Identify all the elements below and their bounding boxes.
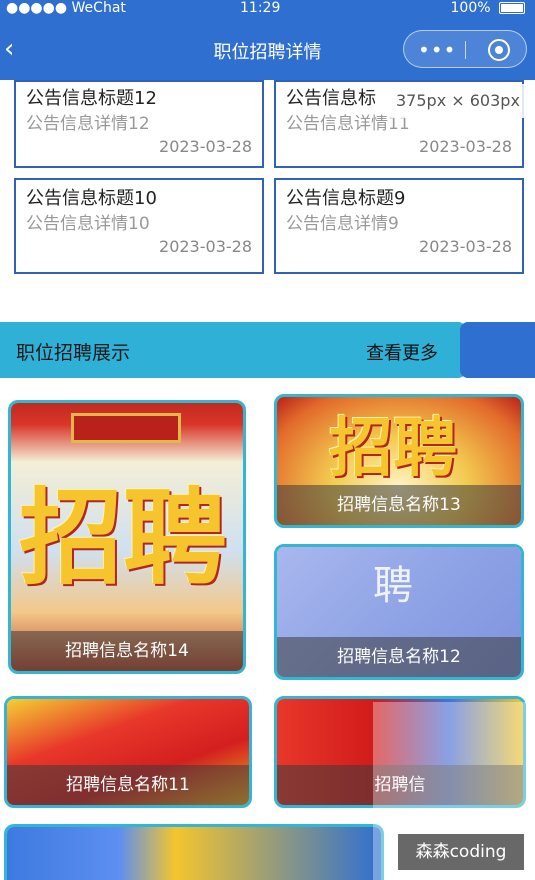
dimension-tooltip: 375px × 603px	[388, 84, 535, 118]
notice-card[interactable]: 公告信息标题9 公告信息详情9 2023-03-28	[274, 178, 524, 274]
job-name: 招聘信息名称12	[277, 637, 521, 677]
notice-date: 2023-03-28	[419, 137, 512, 156]
capsule-divider	[465, 41, 466, 59]
job-card[interactable]	[4, 824, 384, 880]
status-bar: ●●●●● WeChat 11:29 100%	[0, 0, 535, 18]
notice-date: 2023-03-28	[419, 237, 512, 256]
job-name: 招聘信息名称14	[11, 631, 243, 671]
carrier: ●●●●● WeChat	[6, 0, 126, 16]
decorative-frame	[71, 413, 181, 443]
notice-title: 公告信息标题9	[286, 188, 406, 209]
job-card[interactable]: 招聘信息名称11	[4, 696, 252, 808]
battery-percent: 100%	[450, 0, 491, 16]
notice-date: 2023-03-28	[159, 237, 252, 256]
job-card[interactable]: 招聘 招聘信息名称14	[8, 400, 246, 674]
recruit-art-text: 招聘	[19, 477, 228, 599]
recruit-art-text: 聘	[373, 563, 413, 609]
more-menu-button[interactable]: •••	[418, 38, 456, 62]
job-card[interactable]: 招聘 招聘信息名称13	[274, 394, 524, 528]
watermark: 森森coding	[398, 834, 524, 870]
section-header: 职位招聘展示 查看更多	[0, 322, 535, 378]
notice-title: 公告信息标题12	[26, 88, 157, 109]
notice-card[interactable]: 公告信息标题10 公告信息详情10 2023-03-28	[14, 178, 264, 274]
notice-detail: 公告信息详情10	[26, 214, 150, 234]
notice-card[interactable]: 公告信息标题12 公告信息详情12 2023-03-28	[14, 80, 264, 168]
job-image	[7, 827, 381, 880]
notice-detail: 公告信息详情12	[26, 114, 150, 134]
battery-icon	[499, 2, 525, 14]
notice-date: 2023-03-28	[159, 137, 252, 156]
notice-title: 公告信息标题10	[26, 188, 157, 209]
job-card[interactable]: 聘 招聘信息名称12	[274, 544, 524, 680]
notice-detail: 公告信息详情9	[286, 214, 399, 234]
job-name: 招聘信息名称11	[7, 765, 249, 805]
close-miniprogram-icon[interactable]	[488, 39, 510, 61]
battery-status: 100%	[451, 0, 525, 16]
section-header-accent	[460, 322, 535, 378]
view-more-link[interactable]: 查看更多	[366, 339, 438, 365]
section-title: 职位招聘展示	[16, 342, 131, 364]
job-name: 招聘信息名称13	[277, 485, 521, 525]
top-bar: ●●●●● WeChat 11:29 100% ‹ 职位招聘详情 •••	[0, 0, 535, 80]
recruit-art-text: 招聘	[329, 412, 457, 486]
clock: 11:29	[240, 0, 281, 16]
miniprogram-capsule: •••	[403, 30, 527, 68]
